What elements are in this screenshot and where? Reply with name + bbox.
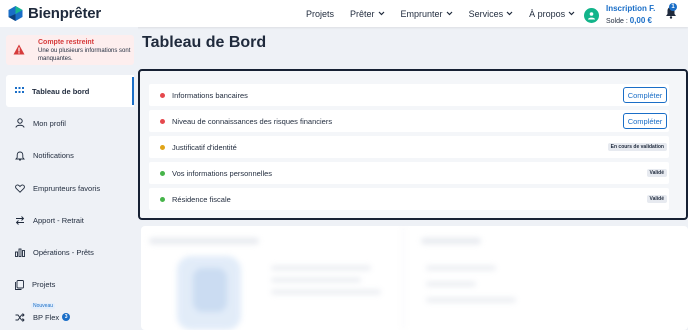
status-dot <box>160 92 165 98</box>
checklist-row: Résidence fiscale Validé <box>149 188 669 210</box>
grid-icon <box>15 87 24 94</box>
checklist-row: Niveau de connaissances des risques fina… <box>149 110 669 132</box>
warning-icon <box>13 44 25 55</box>
alert-description: Une ou plusieurs informations sont manqu… <box>38 48 131 62</box>
nav-label: Services <box>468 8 504 19</box>
blurred-placeholder <box>141 226 688 330</box>
checklist-label: Niveau de connaissances des risques fina… <box>172 116 333 126</box>
user-balance: Solde : 0,00 € <box>606 16 652 25</box>
sidebar-item-tableau-de-bord[interactable]: Tableau de bord <box>6 75 134 108</box>
sidebar: Compte restreint Une ou plusieurs inform… <box>0 27 138 330</box>
status-dot <box>160 196 165 202</box>
balance-value: 0,00 € <box>629 16 652 25</box>
status-dot <box>160 118 165 124</box>
sidebar-item-operations-prets[interactable]: Opérations - Prêts <box>6 236 134 268</box>
profile-checklist-card: Informations bancaires Compléter Niveau … <box>138 69 688 220</box>
nav-label: Projets <box>306 8 335 19</box>
bar-chart-icon <box>15 248 25 258</box>
sidebar-item-label: Opérations - Prêts <box>33 248 94 258</box>
checklist-row: Informations bancaires Compléter <box>149 84 669 106</box>
new-badge: Nouveau <box>31 303 56 310</box>
status-badge: Validé <box>646 169 667 177</box>
sidebar-item-mon-profil[interactable]: Mon profil <box>6 107 134 139</box>
sidebar-item-emprunteurs-favoris[interactable]: Emprunteurs favoris <box>6 172 134 204</box>
document-icon <box>15 279 24 290</box>
nav-label: Prêter <box>350 8 375 19</box>
chevron-down-icon <box>378 11 384 16</box>
nav-preter[interactable]: Prêter <box>350 9 385 19</box>
nav-emprunter[interactable]: Emprunter <box>401 9 453 19</box>
transfer-icon <box>15 216 25 225</box>
user-icon <box>588 12 595 20</box>
checklist-label: Justificatif d'identité <box>172 142 237 152</box>
page-title: Tableau de Bord <box>142 34 267 51</box>
nav-label: À propos <box>529 8 566 19</box>
user-menu[interactable]: Inscription F. Solde : 0,00 € <box>584 4 655 27</box>
sidebar-item-label: Mon profil <box>33 118 66 128</box>
user-icon <box>15 118 25 129</box>
status-badge: En cours de validation <box>607 143 667 151</box>
brand-logo[interactable]: Bienprêter <box>7 5 101 22</box>
user-name: Inscription F. <box>606 4 656 13</box>
main-nav: Projets Prêter Emprunter Services À prop… <box>306 0 591 27</box>
avatar <box>584 8 599 23</box>
notification-count-badge: 1 <box>669 3 677 11</box>
top-navigation-bar: Bienprêter Projets Prêter Emprunter Serv… <box>0 0 688 27</box>
sidebar-item-apport-retrait[interactable]: Apport - Retrait <box>6 204 134 236</box>
nav-a-propos[interactable]: À propos <box>529 9 575 19</box>
sidebar-menu: Tableau de bord Mon profil Notifications… <box>6 75 134 330</box>
bp-flex-count-badge: 3 <box>62 313 71 322</box>
sidebar-item-projets[interactable]: Projets <box>6 269 134 301</box>
logo-icon <box>8 6 23 21</box>
account-restricted-alert[interactable]: Compte restreint Une ou plusieurs inform… <box>6 35 134 65</box>
checklist-row: Justificatif d'identité En cours de vali… <box>149 136 669 158</box>
brand-name: Bienprêter <box>28 5 102 22</box>
bell-icon <box>15 151 25 161</box>
sidebar-item-label: Projets <box>32 280 56 290</box>
chevron-down-icon <box>506 11 513 16</box>
heart-icon <box>15 184 25 193</box>
sidebar-item-label: Emprunteurs favoris <box>33 183 101 193</box>
status-dot <box>160 170 165 176</box>
alert-title: Compte restreint <box>38 39 95 46</box>
complete-risk-knowledge-button[interactable]: Compléter <box>623 113 667 129</box>
user-info: Inscription F. Solde : 0,00 € <box>606 4 655 27</box>
chevron-down-icon <box>446 11 452 16</box>
sidebar-item-bp-flex[interactable]: Nouveau BP Flex 3 <box>6 301 134 330</box>
checklist-label: Résidence fiscale <box>172 194 231 204</box>
nav-services[interactable]: Services <box>469 9 514 19</box>
checklist-row: Vos informations personnelles Validé <box>149 162 669 184</box>
chevron-down-icon <box>568 11 575 16</box>
checklist-label: Informations bancaires <box>172 90 248 100</box>
nav-projets[interactable]: Projets <box>306 9 334 19</box>
complete-bank-info-button[interactable]: Compléter <box>623 87 667 103</box>
blurred-dashboard-content <box>141 226 688 330</box>
nav-label: Emprunter <box>400 8 443 19</box>
checklist-label: Vos informations personnelles <box>172 168 273 178</box>
status-dot <box>160 144 165 150</box>
sidebar-item-label: Tableau de bord <box>32 86 90 96</box>
balance-label: Solde : <box>606 18 628 25</box>
shuffle-icon <box>15 312 25 322</box>
status-badge: Validé <box>646 195 667 203</box>
sidebar-item-label: Apport - Retrait <box>33 215 84 225</box>
sidebar-item-label: Notifications <box>33 151 74 161</box>
sidebar-item-notifications[interactable]: Notifications <box>6 140 134 172</box>
sidebar-item-label: BP Flex <box>33 312 60 322</box>
